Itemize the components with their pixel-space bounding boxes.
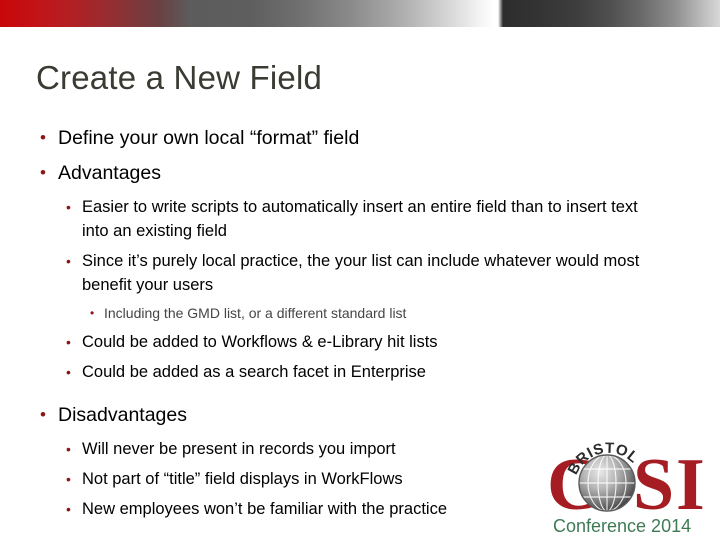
bullet-marker-icon: • [66, 364, 71, 380]
list-item-label: Including the GMD list, or a different s… [104, 305, 407, 321]
list-item-label: New employees won’t be familiar with the… [82, 500, 447, 518]
list-item: • Advantages [34, 160, 684, 186]
logo-letter-i: I [676, 444, 705, 526]
list-item: • Could be added to Workflows & e-Librar… [34, 330, 684, 354]
list-item-label: Easier to write scripts to automatically… [82, 198, 638, 240]
list-item-label: Could be added as a search facet in Ente… [82, 363, 426, 381]
bullet-marker-icon: • [66, 441, 71, 457]
list-item: • Could be added as a search facet in En… [34, 360, 684, 384]
list-item-label: Define your own local “format” field [58, 127, 360, 149]
logo-tagline: Conference 2014 [553, 516, 691, 536]
list-item-label: Disadvantages [58, 404, 187, 426]
list-item-label: Will never be present in records you imp… [82, 440, 396, 458]
list-item: • Easier to write scripts to automatical… [34, 195, 684, 243]
bullet-marker-icon: • [40, 163, 46, 182]
bullet-marker-icon: • [66, 334, 71, 350]
bullet-marker-icon: • [40, 405, 46, 424]
bullet-marker-icon: • [66, 501, 71, 517]
bullet-marker-icon: • [66, 253, 71, 269]
list-item: • Including the GMD list, or a different… [34, 303, 684, 324]
bullet-marker-icon: • [66, 471, 71, 487]
list-item: • Disadvantages [34, 402, 684, 428]
list-item: • Since it’s purely local practice, the … [34, 249, 684, 297]
list-item-label: Since it’s purely local practice, the yo… [82, 252, 640, 294]
cosi-conference-logo: C S I BRISTOL Conference 2014 [545, 437, 715, 537]
list-item-label: Not part of “title” field displays in Wo… [82, 470, 403, 488]
page-title: Create a New Field [36, 59, 323, 96]
list-item-label: Could be added to Workflows & e-Library … [82, 333, 438, 351]
list-item: • Define your own local “format” field [34, 125, 684, 151]
bullet-marker-icon: • [90, 306, 95, 320]
bullet-marker-icon: • [40, 128, 46, 147]
top-decorative-banner [0, 0, 720, 27]
list-item-label: Advantages [58, 162, 161, 184]
bullet-marker-icon: • [66, 199, 71, 215]
